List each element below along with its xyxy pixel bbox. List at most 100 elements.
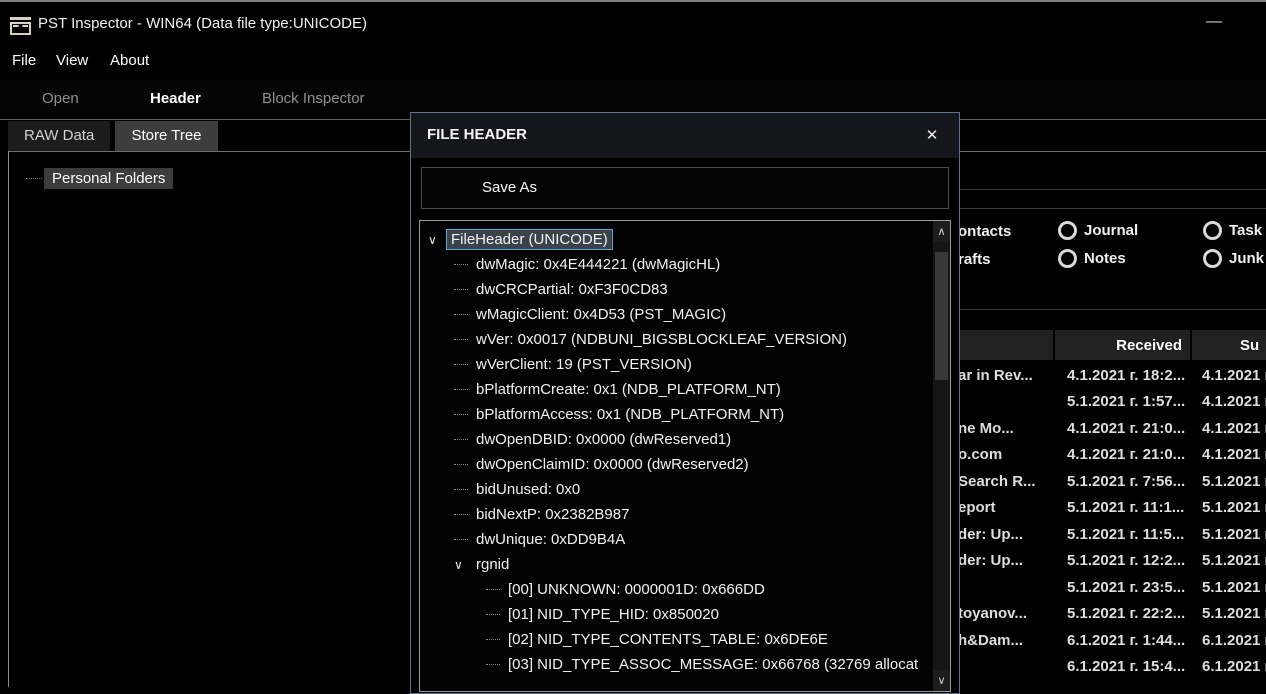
tree-node-label[interactable]: dwMagic: 0x4E444221 (dwMagicHL)	[472, 255, 724, 274]
tree-node[interactable]: [00] UNKNOWN: 0000001D: 0x666DD	[420, 577, 932, 602]
dotted-connector	[454, 339, 468, 340]
radio-option[interactable]: Junk	[1203, 249, 1264, 268]
mail-cell-received: 6.1.2021 г. 15:4...	[1055, 658, 1192, 675]
tree-node[interactable]: bPlatformCreate: 0x1 (NDB_PLATFORM_NT)	[420, 377, 932, 402]
mail-cell-received: 5.1.2021 г. 22:2...	[1055, 605, 1192, 622]
scrollbar-thumb[interactable]	[935, 252, 948, 380]
radio-circle-icon[interactable]	[1058, 221, 1077, 240]
mail-table-row[interactable]: toyanov... 5.1.2021 г. 22:2... 5.1.2021 …	[958, 601, 1266, 628]
tree-node[interactable]: [01] NID_TYPE_HID: 0x850020	[420, 602, 932, 627]
tree-node[interactable]: bidUnused: 0x0	[420, 477, 932, 502]
tree-node-label[interactable]: dwCRCPartial: 0xF3F0CD83	[472, 280, 672, 299]
scroll-up-icon[interactable]: ∧	[933, 221, 950, 242]
tree-node-label[interactable]: bPlatformCreate: 0x1 (NDB_PLATFORM_NT)	[472, 380, 785, 399]
tree-node[interactable]: wVerClient: 19 (PST_VERSION)	[420, 352, 932, 377]
tree-node[interactable]: wVer: 0x0017 (NDBUNI_BIGSBLOCKLEAF_VERSI…	[420, 327, 932, 352]
mail-table-row[interactable]: Search R... 5.1.2021 г. 7:56... 5.1.2021…	[958, 468, 1266, 495]
dotted-connector	[486, 639, 500, 640]
mail-cell-subject: der: Up...	[958, 526, 1055, 543]
tree-node-label[interactable]: [03] NID_TYPE_ASSOC_MESSAGE: 0x66768 (32…	[504, 655, 922, 674]
mail-table-row[interactable]: 6.1.2021 г. 15:4... 6.1.2021 г	[958, 654, 1266, 681]
tree-node[interactable]: wMagicClient: 0x4D53 (PST_MAGIC)	[420, 302, 932, 327]
dotted-connector	[454, 439, 468, 440]
radio-option[interactable]: Journal	[1058, 221, 1138, 240]
radio-label-fragment[interactable]: ontacts	[958, 223, 1011, 240]
tree-node-label[interactable]: dwOpenClaimID: 0x0000 (dwReserved2)	[472, 455, 753, 474]
radio-label-fragment[interactable]: rafts	[958, 251, 991, 268]
mail-table-row[interactable]: 5.1.2021 г. 1:57... 4.1.2021 г	[958, 389, 1266, 416]
store-tree-root-row[interactable]: Personal Folders	[26, 167, 173, 189]
toolbar-item-header[interactable]: Header	[150, 90, 201, 107]
tab-raw-data[interactable]: RAW Data	[8, 121, 110, 151]
tree-node[interactable]: dwOpenClaimID: 0x0000 (dwReserved2)	[420, 452, 932, 477]
chevron-down-icon[interactable]: ∨	[454, 558, 472, 572]
tree-node[interactable]: bidNextP: 0x2382B987	[420, 502, 932, 527]
mail-table-row[interactable]: eport 5.1.2021 г. 11:1... 5.1.2021 г	[958, 495, 1266, 522]
tree-node-label[interactable]: [01] NID_TYPE_HID: 0x850020	[504, 605, 723, 624]
menu-item-view[interactable]: View	[56, 52, 88, 69]
dialog-tree-scrollbar[interactable]: ∧ ∨	[933, 221, 950, 691]
minimize-button[interactable]: —	[1192, 10, 1236, 38]
mail-cell-received: 5.1.2021 г. 23:5...	[1055, 579, 1192, 596]
toolbar-item-block-inspector[interactable]: Block Inspector	[262, 90, 365, 107]
menu-item-about[interactable]: About	[110, 52, 149, 69]
tree-node-label[interactable]: rgnid	[472, 555, 513, 574]
mail-column-header-subject[interactable]	[958, 330, 1053, 360]
tree-node[interactable]: [03] NID_TYPE_ASSOC_MESSAGE: 0x66768 (32…	[420, 652, 932, 677]
tree-node-label[interactable]: wVerClient: 19 (PST_VERSION)	[472, 355, 696, 374]
tree-node[interactable]: bPlatformAccess: 0x1 (NDB_PLATFORM_NT)	[420, 402, 932, 427]
dotted-connector	[486, 664, 500, 665]
radio-circle-icon[interactable]	[1203, 221, 1222, 240]
mail-cell-sent: 4.1.2021 г	[1192, 367, 1266, 384]
mail-cell-received: 5.1.2021 г. 1:57...	[1055, 393, 1192, 410]
tree-node-label[interactable]: FileHeader (UNICODE)	[446, 229, 613, 250]
dotted-connector	[454, 364, 468, 365]
dotted-connector	[454, 414, 468, 415]
mail-table-row[interactable]: der: Up... 5.1.2021 г. 12:2... 5.1.2021 …	[958, 548, 1266, 575]
mail-cell-sent: 6.1.2021 г	[1192, 658, 1266, 675]
mail-table-row[interactable]: der: Up... 5.1.2021 г. 11:5... 5.1.2021 …	[958, 521, 1266, 548]
mail-column-header-sent[interactable]: Su	[1192, 330, 1266, 360]
radio-option[interactable]: Task	[1203, 221, 1262, 240]
tree-node-label[interactable]: dwUnique: 0xDD9B4A	[472, 530, 629, 549]
save-as-button[interactable]: Save As	[482, 168, 537, 208]
chevron-down-icon[interactable]: ∨	[428, 233, 446, 247]
tree-node[interactable]: ∨ FileHeader (UNICODE)	[420, 227, 932, 252]
tree-node-label[interactable]: wMagicClient: 0x4D53 (PST_MAGIC)	[472, 305, 730, 324]
mail-table-row[interactable]: 5.1.2021 г. 23:5... 5.1.2021 г	[958, 574, 1266, 601]
tree-node-label[interactable]: dwOpenDBID: 0x0000 (dwReserved1)	[472, 430, 735, 449]
tree-node-label[interactable]: bPlatformAccess: 0x1 (NDB_PLATFORM_NT)	[472, 405, 788, 424]
toolbar-item-open[interactable]: Open	[42, 90, 79, 107]
radio-option[interactable]: Notes	[1058, 249, 1126, 268]
menu-item-file[interactable]: File	[12, 52, 36, 69]
tree-node-label[interactable]: [02] NID_TYPE_CONTENTS_TABLE: 0x6DE6E	[504, 630, 832, 649]
store-tree-root-label[interactable]: Personal Folders	[44, 168, 173, 189]
mail-table-row[interactable]: ne Mo... 4.1.2021 г. 21:0... 4.1.2021 г	[958, 415, 1266, 442]
tree-node[interactable]: dwMagic: 0x4E444221 (dwMagicHL)	[420, 252, 932, 277]
mail-cell-subject: eport	[958, 499, 1055, 516]
tree-node[interactable]: dwUnique: 0xDD9B4A	[420, 527, 932, 552]
tree-node[interactable]: dwOpenDBID: 0x0000 (dwReserved1)	[420, 427, 932, 452]
tree-node-label[interactable]: bidUnused: 0x0	[472, 480, 584, 499]
tree-node-label[interactable]: [00] UNKNOWN: 0000001D: 0x666DD	[504, 580, 769, 599]
tree-node[interactable]: dwCRCPartial: 0xF3F0CD83	[420, 277, 932, 302]
tree-node-label[interactable]: wVer: 0x0017 (NDBUNI_BIGSBLOCKLEAF_VERSI…	[472, 330, 851, 349]
tab-store-tree[interactable]: Store Tree	[115, 121, 217, 151]
dotted-connector	[454, 489, 468, 490]
mail-table-row[interactable]: o.com 4.1.2021 г. 21:0... 4.1.2021 г	[958, 442, 1266, 469]
tree-node[interactable]: ∨ rgnid	[420, 552, 932, 577]
mail-table-row[interactable]: h&Dam... 6.1.2021 г. 1:44... 6.1.2021 г	[958, 627, 1266, 654]
radio-circle-icon[interactable]	[1058, 249, 1077, 268]
mail-column-header-received[interactable]: Received	[1055, 330, 1190, 360]
close-icon[interactable]: ✕	[919, 123, 945, 149]
dialog-titlebar: FILE HEADER ✕	[411, 113, 959, 158]
tree-node-label[interactable]: bidNextP: 0x2382B987	[472, 505, 633, 524]
scroll-down-icon[interactable]: ∨	[933, 670, 950, 691]
scrollbar-track[interactable]	[933, 242, 950, 670]
mail-table-row[interactable]: ar in Rev... 4.1.2021 г. 18:2... 4.1.202…	[958, 362, 1266, 389]
radio-circle-icon[interactable]	[1203, 249, 1222, 268]
menu-bar: File View About	[0, 46, 1266, 78]
mail-cell-subject: Search R...	[958, 473, 1055, 490]
tree-node[interactable]: [02] NID_TYPE_CONTENTS_TABLE: 0x6DE6E	[420, 627, 932, 652]
right-pane-divider-2	[955, 208, 1266, 209]
